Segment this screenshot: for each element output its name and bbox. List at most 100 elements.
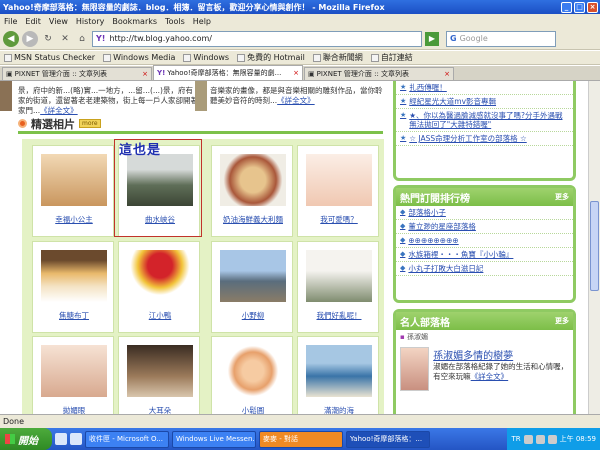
photo-caption[interactable]: 奶油海鮮義大利麵: [212, 214, 294, 225]
photo-thumbnail[interactable]: [127, 345, 193, 397]
bookmark-custom[interactable]: 自訂連結: [370, 52, 413, 63]
go-button[interactable]: ▶: [425, 31, 439, 46]
more-button[interactable]: more: [79, 119, 101, 128]
forward-icon[interactable]: ▶: [22, 30, 38, 47]
photo-caption[interactable]: 大耳朵: [119, 405, 201, 414]
menu-tools[interactable]: Tools: [165, 17, 185, 26]
ranking-item[interactable]: ◆ ⊕⊕⊕⊕⊕⊕⊕⊕: [396, 234, 573, 248]
photo-card[interactable]: 焦糖布丁: [32, 241, 114, 333]
ranking-item[interactable]: ◆ 部落格小子: [396, 206, 573, 220]
back-icon[interactable]: ◀: [3, 30, 19, 47]
photo-thumbnail[interactable]: [41, 345, 107, 397]
photo-thumbnail[interactable]: [220, 345, 286, 397]
tab-yahoo-blog[interactable]: Y! Yahoo!奇摩部落格：無限容量的劇... ×: [153, 65, 303, 80]
article-thumbnail[interactable]: [0, 81, 12, 111]
ranking-item[interactable]: ◆ 小丸子打敗大白滋日記: [396, 262, 573, 276]
tab-pixnet-2[interactable]: ▣ PIXNET 管理介面 :: 文章列表 ×: [304, 67, 454, 80]
list-item[interactable]: ★ ☆ JASS命理分析工作室の部落格 ☆: [396, 132, 573, 146]
menu-history[interactable]: History: [76, 17, 104, 26]
tray-icon[interactable]: [523, 434, 533, 444]
photo-thumbnail[interactable]: [220, 154, 286, 206]
tab-close-icon[interactable]: ×: [444, 70, 450, 78]
more-button[interactable]: 更多: [555, 192, 569, 202]
quicklaunch-icon[interactable]: [70, 433, 82, 445]
photo-caption[interactable]: 我可愛嗎？: [298, 214, 380, 225]
more-button[interactable]: 更多: [555, 316, 569, 326]
bookmark-hotmail[interactable]: 免費的 Hotmail: [237, 52, 305, 63]
bookmark-msn[interactable]: MSN Status Checker: [4, 53, 95, 62]
photo-caption[interactable]: 我們好亂呢！: [298, 310, 380, 321]
celebrity-blog-header: 名人部落格 更多: [396, 312, 573, 330]
menu-view[interactable]: View: [49, 17, 68, 26]
task-chat[interactable]: 麥麥 - 對話: [259, 430, 343, 448]
menu-bookmarks[interactable]: Bookmarks: [112, 17, 157, 26]
list-item[interactable]: ★ ★、你以為醫過臉減感就沒事了嗎?分手外遇戰無法拋回了"大雜特錯喔": [396, 109, 573, 132]
stop-icon[interactable]: ✕: [58, 32, 72, 46]
photo-thumbnail[interactable]: [41, 154, 107, 206]
task-messenger[interactable]: Windows Live Messen...: [172, 430, 256, 448]
tray-icon[interactable]: [535, 434, 545, 444]
photo-thumbnail[interactable]: [306, 154, 372, 206]
bullet-icon: ★: [400, 97, 407, 105]
reload-icon[interactable]: ↻: [41, 32, 55, 46]
home-icon[interactable]: ⌂: [75, 32, 89, 46]
read-more-link[interactable]: 《詳全文》: [40, 106, 78, 115]
address-bar[interactable]: Y! http://tw.blog.yahoo.com/: [92, 30, 422, 47]
photo-caption[interactable]: 拋媚眼: [33, 405, 115, 414]
maximize-icon[interactable]: □: [574, 1, 585, 13]
photo-card[interactable]: 奶油海鮮義大利麵: [211, 145, 293, 237]
start-button[interactable]: 開始: [0, 428, 52, 450]
scrollbar-thumb[interactable]: [590, 201, 599, 291]
close-icon[interactable]: ×: [587, 1, 598, 13]
yahoo-icon: Y!: [157, 69, 166, 77]
tab-close-icon[interactable]: ×: [142, 70, 148, 78]
read-more-link[interactable]: 《詳全文》: [277, 96, 315, 105]
bookmark-windows-media[interactable]: Windows Media: [103, 53, 175, 62]
language-indicator[interactable]: TR: [511, 435, 520, 443]
list-item[interactable]: ★ 經紀星光大道mv影音專輯: [396, 95, 573, 109]
photo-thumbnail[interactable]: [127, 250, 193, 302]
task-firefox[interactable]: Yahoo!奇摩部落格：...: [346, 430, 430, 448]
minimize-icon[interactable]: _: [561, 1, 572, 13]
photo-card[interactable]: 拋媚眼: [32, 336, 114, 414]
list-item[interactable]: ★ 扎西傳喔！: [396, 81, 573, 95]
photo-card[interactable]: 我可愛嗎？: [297, 145, 379, 237]
photo-card[interactable]: 幸福小公主: [32, 145, 114, 237]
menu-edit[interactable]: Edit: [25, 17, 41, 26]
tray-icon[interactable]: [547, 434, 557, 444]
photo-card[interactable]: 小野柳: [211, 241, 293, 333]
photo-caption[interactable]: 焦糖布丁: [33, 310, 115, 321]
ranking-item[interactable]: ◆ 董立渺的星座部落格: [396, 220, 573, 234]
photo-thumbnail[interactable]: [306, 250, 372, 302]
photo-caption[interactable]: 滿潮的海: [298, 405, 380, 414]
menu-help[interactable]: Help: [193, 17, 211, 26]
photo-thumbnail[interactable]: [306, 345, 372, 397]
photo-caption[interactable]: 小野柳: [212, 310, 294, 321]
blogger-avatar[interactable]: [400, 347, 430, 391]
photo-caption[interactable]: 幸福小公主: [33, 214, 115, 225]
photo-card[interactable]: 小鬆圓: [211, 336, 293, 414]
bookmark-udn[interactable]: 聯合新聞網: [312, 52, 363, 63]
search-input[interactable]: G Google: [446, 30, 556, 47]
photo-caption[interactable]: 小鬆圓: [212, 405, 294, 414]
photo-card[interactable]: 江小鴨: [118, 241, 200, 333]
photo-card[interactable]: 大耳朵: [118, 336, 200, 414]
photo-caption[interactable]: 江小鴨: [119, 310, 201, 321]
blogger-name-link[interactable]: 孫淑媚多情的樹夢: [433, 347, 569, 362]
tab-pixnet-1[interactable]: ▣ PIXNET 管理介面 :: 文章列表 ×: [2, 67, 152, 80]
menu-file[interactable]: File: [4, 17, 17, 26]
photo-card[interactable]: 我們好亂呢！: [297, 241, 379, 333]
vertical-scrollbar[interactable]: [588, 81, 600, 414]
article-thumbnail[interactable]: [195, 81, 207, 111]
read-more-link[interactable]: 《詳全文》: [471, 372, 509, 381]
photo-card[interactable]: 滿潮的海: [297, 336, 379, 414]
quicklaunch-icon[interactable]: [55, 433, 67, 445]
page-icon: [103, 53, 112, 62]
site-icon: Y!: [96, 34, 106, 43]
tab-close-icon[interactable]: ×: [293, 69, 299, 77]
photo-thumbnail[interactable]: [41, 250, 107, 302]
bookmark-windows[interactable]: Windows: [183, 53, 229, 62]
ranking-item[interactable]: ◆ 水族箱裡・・・魚寶『小小輪』: [396, 248, 573, 262]
task-outlook[interactable]: 收件匣 - Microsoft O...: [85, 430, 169, 448]
photo-thumbnail[interactable]: [220, 250, 286, 302]
